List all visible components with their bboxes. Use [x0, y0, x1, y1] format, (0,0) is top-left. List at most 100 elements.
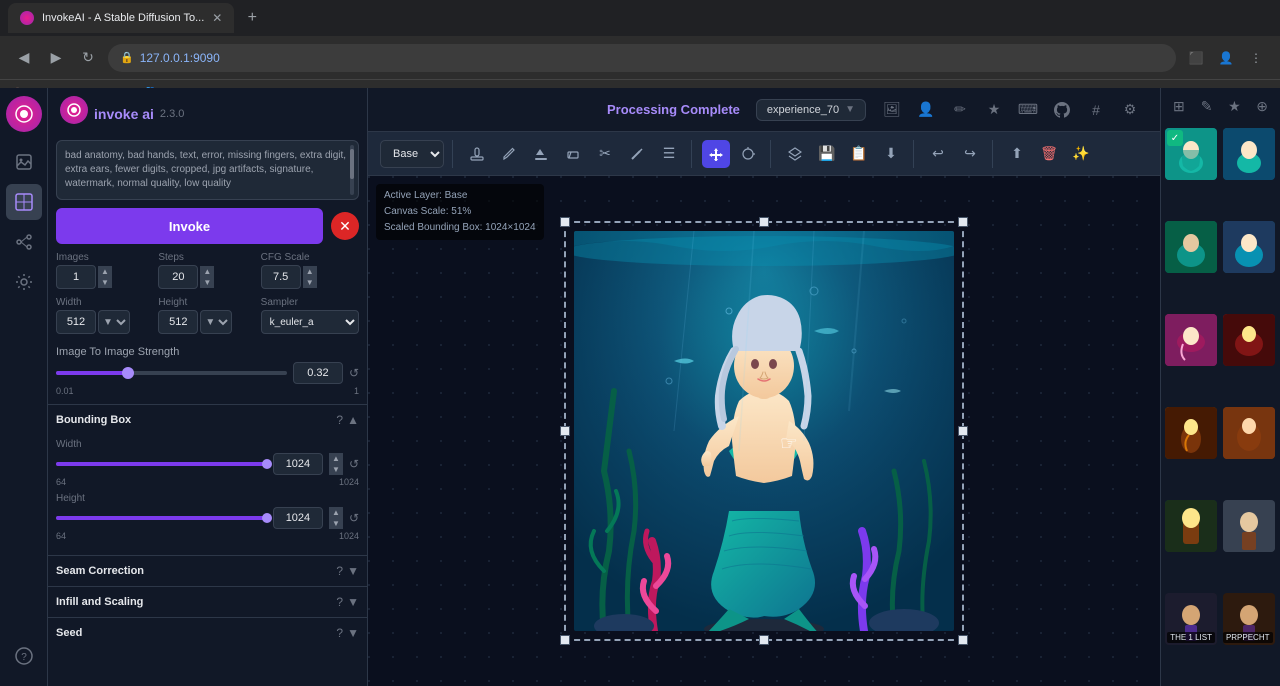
- sidebar-btn-canvas[interactable]: [6, 184, 42, 220]
- gallery-item-3[interactable]: [1165, 221, 1217, 273]
- sidebar-btn-help[interactable]: ?: [6, 638, 42, 674]
- base-layer-select[interactable]: Base: [380, 140, 444, 168]
- handle-bm[interactable]: [759, 635, 769, 645]
- height-input[interactable]: [158, 310, 198, 334]
- bb-height-input[interactable]: [273, 507, 323, 529]
- bb-width-input[interactable]: [273, 453, 323, 475]
- header-icon-img[interactable]: 🖼: [878, 96, 906, 124]
- tool-copy[interactable]: 📋: [845, 140, 873, 168]
- tool-redo[interactable]: ↪: [956, 140, 984, 168]
- header-icon-settings[interactable]: ⚙: [1116, 96, 1144, 124]
- canvas-container[interactable]: Active Layer: Base Canvas Scale: 51% Sca…: [368, 176, 1160, 686]
- header-icon-discord[interactable]: #: [1082, 96, 1110, 124]
- handle-tm[interactable]: [759, 217, 769, 227]
- gallery-item-2[interactable]: [1223, 128, 1275, 180]
- header-icon-user[interactable]: 👤: [912, 96, 940, 124]
- tab-close[interactable]: ✕: [212, 11, 222, 25]
- header-icon-edit[interactable]: ✏: [946, 96, 974, 124]
- seam-collapse[interactable]: ▼: [347, 564, 359, 578]
- gallery-item-11[interactable]: THE 1 LIST: [1165, 593, 1217, 645]
- gallery-item-8[interactable]: [1223, 407, 1275, 459]
- gallery-icon-1[interactable]: ⊞: [1167, 94, 1191, 118]
- img2img-slider-track[interactable]: [56, 371, 287, 375]
- handle-br[interactable]: [958, 635, 968, 645]
- tool-pencil[interactable]: [495, 140, 523, 168]
- back-button[interactable]: ◀: [12, 46, 36, 70]
- tool-download[interactable]: ⬇: [877, 140, 905, 168]
- tool-upload[interactable]: ⬆: [1003, 140, 1031, 168]
- tool-link[interactable]: [463, 140, 491, 168]
- gallery-icon-3[interactable]: ★: [1223, 94, 1247, 118]
- profile-icon[interactable]: 👤: [1214, 46, 1238, 70]
- tool-wand[interactable]: ✨: [1067, 140, 1095, 168]
- gallery-item-4[interactable]: [1223, 221, 1275, 273]
- images-down[interactable]: ▼: [98, 277, 112, 288]
- bb-width-reset[interactable]: ↺: [349, 457, 359, 471]
- gallery-icon-2[interactable]: ✎: [1195, 94, 1219, 118]
- user-dropdown[interactable]: experience_70 ▼: [756, 99, 866, 121]
- tool-rotate[interactable]: [734, 140, 762, 168]
- header-icon-keyboard[interactable]: ⌨: [1014, 96, 1042, 124]
- bounding-box-help[interactable]: ?: [336, 413, 343, 427]
- infill-collapse[interactable]: ▼: [347, 595, 359, 609]
- tool-save[interactable]: 💾: [813, 140, 841, 168]
- infill-help[interactable]: ?: [336, 595, 343, 609]
- bb-width-down[interactable]: ▼: [329, 464, 343, 475]
- seam-correction-header[interactable]: Seam Correction ? ▼: [48, 556, 367, 586]
- cfg-up[interactable]: ▲: [303, 266, 317, 277]
- bb-height-slider[interactable]: [56, 516, 267, 520]
- cfg-input[interactable]: [261, 265, 301, 289]
- negative-prompt-field[interactable]: bad anatomy, bad hands, text, error, mis…: [56, 140, 359, 200]
- menu-icon[interactable]: ⋮: [1244, 46, 1268, 70]
- gallery-item-6[interactable]: [1223, 314, 1275, 366]
- seed-collapse[interactable]: ▼: [347, 626, 359, 640]
- bb-height-down[interactable]: ▼: [329, 518, 343, 529]
- gallery-item-5[interactable]: [1165, 314, 1217, 366]
- invoke-button[interactable]: Invoke: [56, 208, 323, 244]
- gallery-item-12[interactable]: PRPPECHT: [1223, 593, 1275, 645]
- seed-help[interactable]: ?: [336, 626, 343, 640]
- bb-width-up[interactable]: ▲: [329, 453, 343, 464]
- new-tab-button[interactable]: +: [238, 4, 266, 32]
- tool-erase[interactable]: [559, 140, 587, 168]
- header-icon-github[interactable]: [1048, 96, 1076, 124]
- tool-layers[interactable]: [781, 140, 809, 168]
- bb-height-up[interactable]: ▲: [329, 507, 343, 518]
- gallery-item-10[interactable]: [1223, 500, 1275, 552]
- seam-help[interactable]: ?: [336, 564, 343, 578]
- seed-header[interactable]: Seed ? ▼: [48, 618, 367, 648]
- active-tab[interactable]: InvokeAI - A Stable Diffusion To... ✕: [8, 3, 234, 33]
- handle-tl[interactable]: [560, 217, 570, 227]
- tool-move[interactable]: [702, 140, 730, 168]
- images-input[interactable]: [56, 265, 96, 289]
- gallery-icon-4[interactable]: ⊕: [1250, 94, 1274, 118]
- tool-brush[interactable]: [623, 140, 651, 168]
- images-up[interactable]: ▲: [98, 266, 112, 277]
- forward-button[interactable]: ▶: [44, 46, 68, 70]
- cfg-down[interactable]: ▼: [303, 277, 317, 288]
- tool-trash[interactable]: 🗑: [1035, 140, 1063, 168]
- gallery-item-9[interactable]: [1165, 500, 1217, 552]
- extensions-icon[interactable]: ⬛: [1184, 46, 1208, 70]
- handle-ml[interactable]: [560, 426, 570, 436]
- img2img-value-input[interactable]: [293, 362, 343, 384]
- tool-fill[interactable]: [527, 140, 555, 168]
- sidebar-btn-image[interactable]: [6, 144, 42, 180]
- cancel-button[interactable]: ✕: [331, 212, 359, 240]
- tool-scissors[interactable]: ✂: [591, 140, 619, 168]
- img2img-reset[interactable]: ↺: [349, 366, 359, 380]
- steps-up[interactable]: ▲: [200, 266, 214, 277]
- gallery-item-1[interactable]: ✓: [1165, 128, 1217, 180]
- infill-header[interactable]: Infill and Scaling ? ▼: [48, 587, 367, 617]
- handle-bl[interactable]: [560, 635, 570, 645]
- steps-input[interactable]: [158, 265, 198, 289]
- width-input[interactable]: [56, 310, 96, 334]
- tool-undo[interactable]: ↩: [924, 140, 952, 168]
- handle-tr[interactable]: [958, 217, 968, 227]
- sidebar-btn-nodes[interactable]: [6, 224, 42, 260]
- steps-down[interactable]: ▼: [200, 277, 214, 288]
- header-icon-star[interactable]: ★: [980, 96, 1008, 124]
- handle-mr[interactable]: [958, 426, 968, 436]
- tool-menu[interactable]: ☰: [655, 140, 683, 168]
- reload-button[interactable]: ↻: [76, 46, 100, 70]
